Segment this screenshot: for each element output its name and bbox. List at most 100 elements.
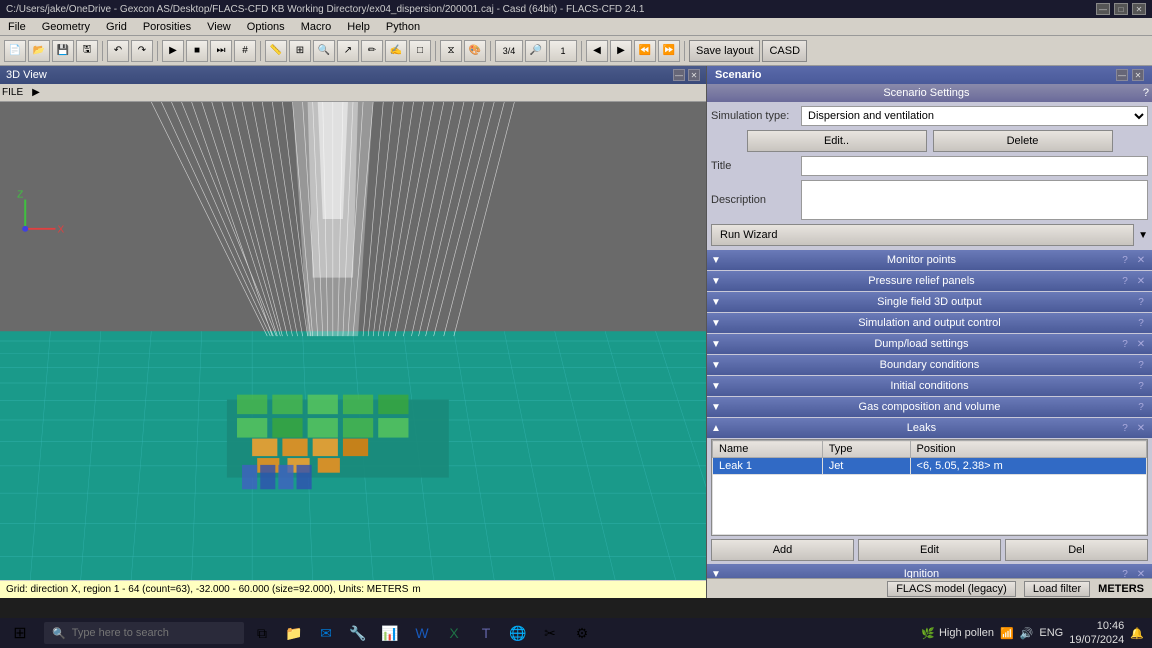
load-filter-btn[interactable]: Load filter — [1024, 581, 1090, 597]
keyboard-layout[interactable]: ENG — [1039, 627, 1063, 639]
scenario-scroll[interactable]: Scenario Settings ? Simulation type: Dis… — [707, 84, 1152, 578]
scenario-close-btn[interactable]: ✕ — [1132, 69, 1144, 81]
tb-new[interactable]: 📄 — [4, 40, 26, 62]
flacs-model-btn[interactable]: FLACS model (legacy) — [887, 581, 1016, 597]
menu-view[interactable]: View — [203, 21, 235, 33]
tb-filter[interactable]: ⧖ — [440, 40, 462, 62]
menu-porosities[interactable]: Porosities — [139, 21, 195, 33]
tb-grid[interactable]: # — [234, 40, 256, 62]
section-sim-help[interactable]: ? — [1134, 318, 1148, 329]
tb-save[interactable]: 💾 — [52, 40, 74, 62]
tb-right[interactable]: ▶ — [610, 40, 632, 62]
leaks-del-btn[interactable]: Del — [1005, 539, 1148, 561]
section-leaks[interactable]: ▲ Leaks ? ✕ — [707, 418, 1152, 438]
tb-num2[interactable]: 1 — [549, 40, 577, 62]
time-display[interactable]: 10:46 19/07/2024 — [1069, 619, 1124, 648]
start-button[interactable]: ⊞ — [0, 618, 40, 648]
close-btn[interactable]: ✕ — [1132, 3, 1146, 15]
section-gas-comp-help[interactable]: ? — [1134, 402, 1148, 413]
tb-measure[interactable]: 📏 — [265, 40, 287, 62]
section-ignition[interactable]: ▼ Ignition ? ✕ — [707, 564, 1152, 578]
taskbar-excel-icon[interactable]: X — [440, 619, 468, 647]
section-boundary-help[interactable]: ? — [1134, 360, 1148, 371]
section-ignition-close[interactable]: ✕ — [1134, 569, 1148, 579]
tb-save2[interactable]: 🖫 — [76, 40, 98, 62]
tb-zoom[interactable]: 🔍 — [313, 40, 335, 62]
tb-open[interactable]: 📂 — [28, 40, 50, 62]
tb-stop[interactable]: ■ — [186, 40, 208, 62]
taskbar-explorer-icon[interactable]: 📁 — [280, 619, 308, 647]
tb-left[interactable]: ◀ — [586, 40, 608, 62]
edit-btn[interactable]: Edit.. — [747, 130, 927, 152]
canvas-3d[interactable]: X Z — [0, 102, 706, 580]
tb-num1[interactable]: 3/4 — [495, 40, 523, 62]
section-dump-load[interactable]: ▼ Dump/load settings ? ✕ — [707, 334, 1152, 354]
tb-pencil[interactable]: ✍ — [385, 40, 407, 62]
section-pressure-close[interactable]: ✕ — [1134, 276, 1148, 287]
search-input[interactable] — [72, 627, 236, 639]
casd-btn[interactable]: CASD — [762, 40, 807, 62]
section-ignition-help[interactable]: ? — [1118, 569, 1132, 579]
menu-options[interactable]: Options — [243, 21, 289, 33]
leaks-add-btn[interactable]: Add — [711, 539, 854, 561]
section-boundary[interactable]: ▼ Boundary conditions ? — [707, 355, 1152, 375]
tb-view-all[interactable]: ⊞ — [289, 40, 311, 62]
taskbar-chrome-icon[interactable]: 🌐 — [504, 619, 532, 647]
tb-select[interactable]: ↗ — [337, 40, 359, 62]
maximize-btn[interactable]: □ — [1114, 3, 1128, 15]
title-input[interactable] — [801, 156, 1148, 176]
network-icon[interactable]: 📶 — [1000, 627, 1014, 640]
minimize-btn[interactable]: — — [1096, 3, 1110, 15]
scenario-minimize-btn[interactable]: — — [1116, 69, 1128, 81]
tb-box[interactable]: □ — [409, 40, 431, 62]
view-tb-btn1[interactable]: ▶ — [28, 86, 44, 99]
section-gas-comp[interactable]: ▼ Gas composition and volume ? — [707, 397, 1152, 417]
delete-btn[interactable]: Delete — [933, 130, 1113, 152]
taskbar-app5-icon[interactable]: ✂ — [536, 619, 564, 647]
section-sim-output[interactable]: ▼ Simulation and output control ? — [707, 313, 1152, 333]
view-close-btn[interactable]: ✕ — [688, 69, 700, 81]
tb-undo[interactable]: ↶ — [107, 40, 129, 62]
task-view-btn[interactable]: ⧉ — [248, 619, 276, 647]
description-input[interactable] — [801, 180, 1148, 220]
tb-edit[interactable]: ✏ — [361, 40, 383, 62]
leaks-edit-btn[interactable]: Edit — [858, 539, 1001, 561]
save-layout-btn[interactable]: Save layout — [689, 40, 760, 62]
menu-grid[interactable]: Grid — [102, 21, 131, 33]
section-monitor-points[interactable]: ▼ Monitor points ? ✕ — [707, 250, 1152, 270]
taskbar-word-icon[interactable]: W — [408, 619, 436, 647]
volume-icon[interactable]: 🔊 — [1020, 627, 1034, 640]
menu-python[interactable]: Python — [382, 21, 424, 33]
section-initial-help[interactable]: ? — [1134, 381, 1148, 392]
taskbar-outlook-icon[interactable]: ✉ — [312, 619, 340, 647]
section-dump-close[interactable]: ✕ — [1134, 339, 1148, 350]
section-monitor-help[interactable]: ? — [1118, 255, 1132, 266]
tb-step[interactable]: ⏭ — [210, 40, 232, 62]
view-minimize-btn[interactable]: — — [673, 69, 685, 81]
tb-prev[interactable]: ⏪ — [634, 40, 656, 62]
menu-macro[interactable]: Macro — [297, 21, 336, 33]
tb-palette[interactable]: 🎨 — [464, 40, 486, 62]
notifications-btn[interactable]: 🔔 — [1130, 627, 1144, 640]
taskbar-search[interactable]: 🔍 — [44, 622, 244, 644]
tb-redo[interactable]: ↷ — [131, 40, 153, 62]
menu-geometry[interactable]: Geometry — [38, 21, 94, 33]
tb-run[interactable]: ▶ — [162, 40, 184, 62]
section-dump-help[interactable]: ? — [1118, 339, 1132, 350]
run-wizard-btn[interactable]: Run Wizard — [711, 224, 1134, 246]
sim-type-select[interactable]: Dispersion and ventilation — [801, 106, 1148, 126]
taskbar-teams-icon[interactable]: T — [472, 619, 500, 647]
section-leaks-help[interactable]: ? — [1118, 423, 1132, 434]
taskbar-app6-icon[interactable]: ⚙ — [568, 619, 596, 647]
section-leaks-close[interactable]: ✕ — [1134, 423, 1148, 434]
section-single-field[interactable]: ▼ Single field 3D output ? — [707, 292, 1152, 312]
section-pressure-panels[interactable]: ▼ Pressure relief panels ? ✕ — [707, 271, 1152, 291]
taskbar-app3-icon[interactable]: 🔧 — [344, 619, 372, 647]
menu-help[interactable]: Help — [343, 21, 374, 33]
section-pressure-help[interactable]: ? — [1118, 276, 1132, 287]
taskbar-app4-icon[interactable]: 📊 — [376, 619, 404, 647]
section-monitor-close[interactable]: ✕ — [1134, 255, 1148, 266]
section-initial[interactable]: ▼ Initial conditions ? — [707, 376, 1152, 396]
tb-next[interactable]: ⏩ — [658, 40, 680, 62]
section-field-help[interactable]: ? — [1134, 297, 1148, 308]
